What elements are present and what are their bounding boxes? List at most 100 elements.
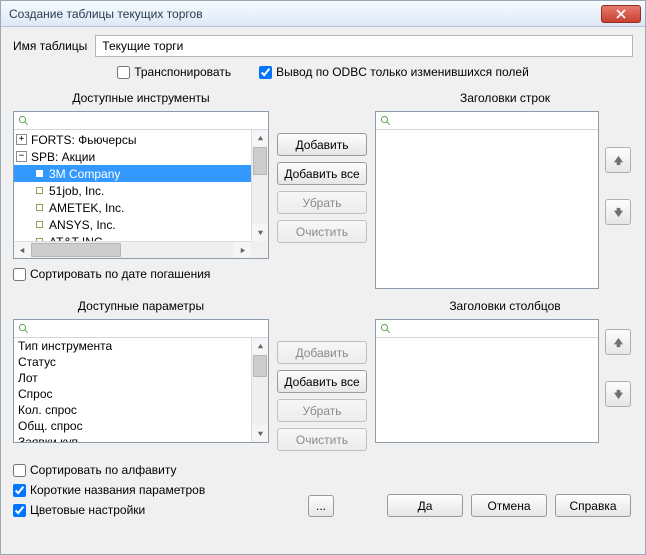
arrow-down-icon: [613, 389, 624, 400]
scroll-down-icon[interactable]: [252, 224, 268, 241]
move-down-button[interactable]: [605, 199, 631, 225]
scroll-left-icon[interactable]: [14, 242, 31, 258]
arrow-up-icon: [613, 155, 624, 166]
odbc-label: Вывод по ODBC только изменившихся полей: [276, 65, 529, 79]
add-button[interactable]: Добавить: [277, 133, 367, 156]
colors-checkbox[interactable]: [13, 504, 26, 517]
sort-by-date-label: Сортировать по дате погашения: [30, 267, 210, 281]
sort-by-date-checkbox[interactable]: [13, 268, 26, 281]
scroll-right-icon[interactable]: [234, 242, 251, 258]
scroll-thumb[interactable]: [253, 355, 267, 377]
tree-leaf[interactable]: 3M Company: [14, 165, 251, 182]
list-item[interactable]: Спрос: [14, 386, 251, 402]
table-name-label: Имя таблицы: [13, 39, 87, 53]
col-headers-search-input[interactable]: [395, 321, 594, 337]
scroll-thumb[interactable]: [253, 147, 267, 175]
add-button[interactable]: Добавить: [277, 341, 367, 364]
ok-button[interactable]: Да: [387, 494, 463, 517]
clear-button[interactable]: Очистить: [277, 220, 367, 243]
tree-leaf[interactable]: 51job, Inc.: [14, 182, 251, 199]
short-names-check[interactable]: Короткие названия параметров: [13, 483, 276, 497]
colors-check[interactable]: Цветовые настройки: [13, 503, 145, 517]
close-button[interactable]: [601, 5, 641, 23]
leaf-icon: [36, 170, 43, 177]
table-name-input[interactable]: [95, 35, 633, 57]
add-all-button[interactable]: Добавить все: [277, 370, 367, 393]
remove-button[interactable]: Убрать: [277, 399, 367, 422]
col-headers-title: Заголовки столбцов: [377, 299, 633, 313]
scroll-thumb[interactable]: [31, 243, 121, 257]
list-item[interactable]: Заявки куп.: [14, 434, 251, 442]
instruments-searchbar: [14, 112, 268, 130]
remove-button[interactable]: Убрать: [277, 191, 367, 214]
move-up-button[interactable]: [605, 147, 631, 173]
tree-leaf-label: 3M Company: [49, 167, 120, 181]
row-headers-searchbar: [376, 112, 598, 130]
search-icon: [18, 323, 29, 334]
leaf-icon: [36, 221, 43, 228]
instruments-tree[interactable]: + FORTS: Фьючерсы − SPB: Акции 3M Compan…: [14, 130, 268, 258]
list-item[interactable]: Статус: [14, 354, 251, 370]
instruments-search-input[interactable]: [33, 113, 264, 129]
tree-branch[interactable]: − SPB: Акции: [14, 148, 251, 165]
clear-button[interactable]: Очистить: [277, 428, 367, 451]
list-item[interactable]: Лот: [14, 370, 251, 386]
close-icon: [616, 9, 626, 19]
params-title: Доступные параметры: [13, 299, 269, 313]
cancel-button[interactable]: Отмена: [471, 494, 547, 517]
colors-label: Цветовые настройки: [30, 503, 145, 517]
col-headers-listbox[interactable]: [375, 319, 599, 443]
transpose-label: Транспонировать: [134, 65, 231, 79]
tree-leaf-label: ANSYS, Inc.: [49, 218, 116, 232]
odbc-check[interactable]: Вывод по ODBC только изменившихся полей: [259, 65, 529, 79]
scroll-up-icon[interactable]: [252, 130, 268, 147]
color-settings-button[interactable]: ...: [308, 495, 334, 517]
list-item[interactable]: Кол. спрос: [14, 402, 251, 418]
short-names-checkbox[interactable]: [13, 484, 26, 497]
short-names-label: Короткие названия параметров: [30, 483, 205, 497]
search-icon: [18, 115, 29, 126]
tree-branch[interactable]: + FORTS: Фьючерсы: [14, 131, 251, 148]
tree-leaf[interactable]: ANSYS, Inc.: [14, 216, 251, 233]
sort-by-date-check[interactable]: Сортировать по дате погашения: [13, 267, 269, 281]
scroll-up-icon[interactable]: [252, 338, 268, 355]
vscrollbar[interactable]: [251, 338, 268, 442]
collapse-icon[interactable]: −: [16, 151, 27, 162]
arrow-down-icon: [613, 207, 624, 218]
sort-alpha-checkbox[interactable]: [13, 464, 26, 477]
move-down-button[interactable]: [605, 381, 631, 407]
params-searchbar: [14, 320, 268, 338]
help-button[interactable]: Справка: [555, 494, 631, 517]
tree-leaf-label: 51job, Inc.: [49, 184, 104, 198]
titlebar: Создание таблицы текущих торгов: [1, 1, 645, 27]
list-item[interactable]: Общ. спрос: [14, 418, 251, 434]
search-icon: [380, 115, 391, 126]
search-icon: [380, 323, 391, 334]
window-title: Создание таблицы текущих торгов: [9, 7, 601, 21]
list-item[interactable]: Тип инструмента: [14, 338, 251, 354]
tree-leaf[interactable]: AMETEK, Inc.: [14, 199, 251, 216]
vscrollbar[interactable]: [251, 130, 268, 241]
dialog-window: Создание таблицы текущих торгов Имя табл…: [0, 0, 646, 555]
row-headers-title: Заголовки строк: [377, 91, 633, 105]
odbc-checkbox[interactable]: [259, 66, 272, 79]
row-headers-search-input[interactable]: [395, 113, 594, 129]
leaf-icon: [36, 187, 43, 194]
add-all-button[interactable]: Добавить все: [277, 162, 367, 185]
tree-branch-label: FORTS: Фьючерсы: [31, 133, 136, 147]
instruments-title: Доступные инструменты: [13, 91, 269, 105]
scroll-down-icon[interactable]: [252, 425, 268, 442]
params-listbox[interactable]: Тип инструмента Статус Лот Спрос Кол. сп…: [13, 319, 269, 443]
sort-alpha-label: Сортировать по алфавиту: [30, 463, 176, 477]
hscrollbar[interactable]: [14, 241, 251, 258]
expand-icon[interactable]: +: [16, 134, 27, 145]
col-headers-searchbar: [376, 320, 598, 338]
transpose-checkbox[interactable]: [117, 66, 130, 79]
sort-alpha-check[interactable]: Сортировать по алфавиту: [13, 463, 276, 477]
transpose-check[interactable]: Транспонировать: [117, 65, 231, 79]
params-search-input[interactable]: [33, 321, 264, 337]
instruments-listbox[interactable]: + FORTS: Фьючерсы − SPB: Акции 3M Compan…: [13, 111, 269, 259]
move-up-button[interactable]: [605, 329, 631, 355]
leaf-icon: [36, 204, 43, 211]
row-headers-listbox[interactable]: [375, 111, 599, 289]
